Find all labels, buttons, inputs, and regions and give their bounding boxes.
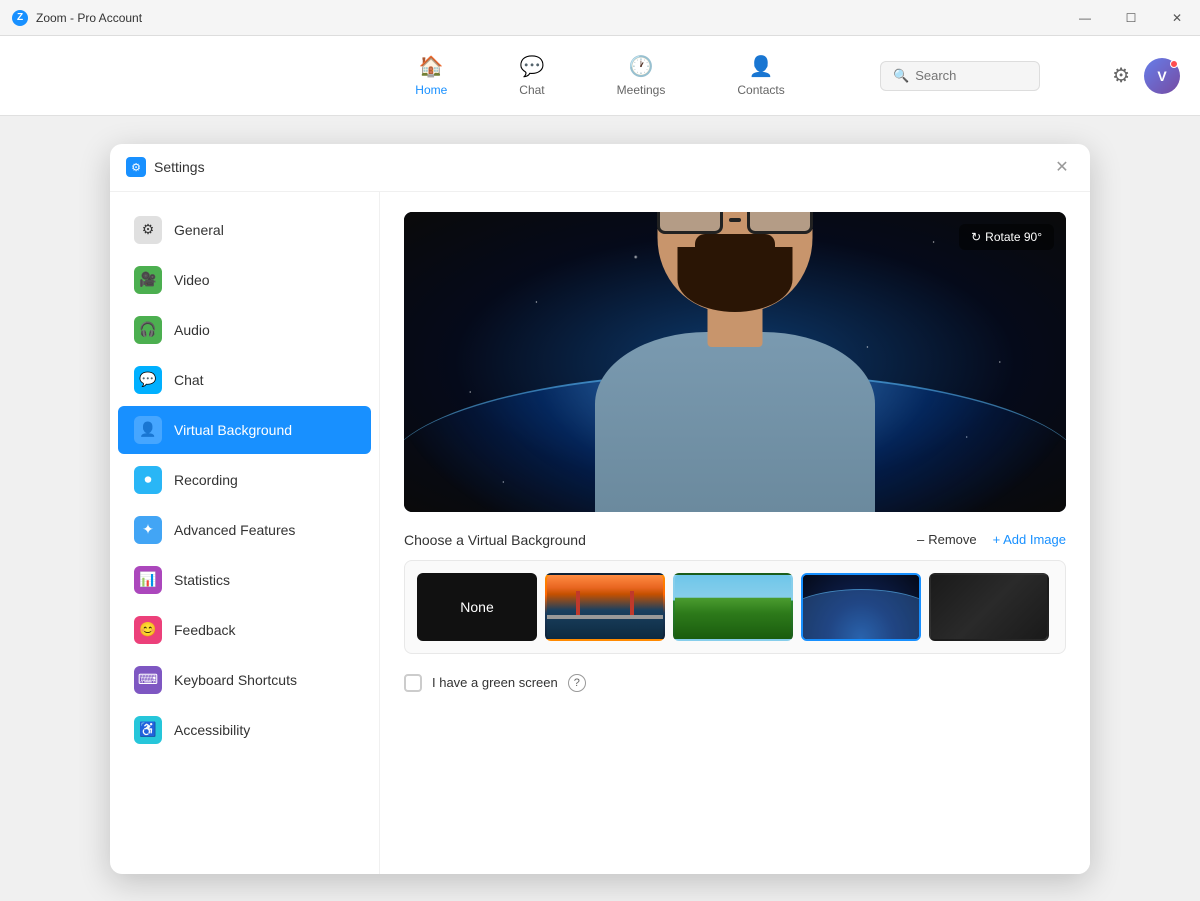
video-background [404, 212, 1066, 512]
nav-item-home[interactable]: 🏠 Home [399, 46, 463, 105]
bg-thumb-space[interactable] [801, 573, 921, 641]
section-header: Choose a Virtual Background – Remove + A… [404, 532, 1066, 548]
sidebar-advanced-label: Advanced Features [174, 522, 295, 538]
sidebar-video-label: Video [174, 272, 210, 288]
settings-modal: ⚙ Settings ✕ ⚙ General 🎥 Video 🎧 Audio [110, 144, 1090, 874]
general-icon: ⚙ [134, 216, 162, 244]
sidebar-statistics-label: Statistics [174, 572, 230, 588]
sidebar-feedback-label: Feedback [174, 622, 235, 638]
bg-thumb-none[interactable]: None [417, 573, 537, 641]
nav-item-meetings[interactable]: 🕐 Meetings [601, 46, 682, 105]
remove-button[interactable]: – Remove [917, 532, 977, 547]
sidebar-item-feedback[interactable]: 😊 Feedback [118, 606, 371, 654]
modal-body: ⚙ General 🎥 Video 🎧 Audio 💬 Chat 👤 [110, 192, 1090, 874]
remove-label: Remove [928, 532, 976, 547]
modal-header-icon: ⚙ [126, 157, 146, 177]
app-title: Zoom - Pro Account [36, 11, 142, 25]
sidebar-accessibility-label: Accessibility [174, 722, 250, 738]
settings-sidebar: ⚙ General 🎥 Video 🎧 Audio 💬 Chat 👤 [110, 192, 380, 874]
video-preview: ↻ Rotate 90° [404, 212, 1066, 512]
settings-gear-icon[interactable]: ⚙ [1112, 63, 1130, 88]
nav-item-chat[interactable]: 💬 Chat [503, 46, 560, 105]
maximize-button[interactable]: ☐ [1108, 0, 1154, 36]
nav-home-label: Home [415, 83, 447, 97]
accessibility-icon: ♿ [134, 716, 162, 744]
sidebar-keyboard-label: Keyboard Shortcuts [174, 672, 297, 688]
sidebar-item-audio[interactable]: 🎧 Audio [118, 306, 371, 354]
sidebar-item-accessibility[interactable]: ♿ Accessibility [118, 706, 371, 754]
recording-icon: ⏺ [134, 466, 162, 494]
nav-chat-label: Chat [519, 83, 544, 97]
top-nav: 🏠 Home 💬 Chat 🕐 Meetings 👤 Contacts 🔍 ⚙ … [0, 36, 1200, 116]
modal-header: ⚙ Settings ✕ [110, 144, 1090, 192]
green-screen-row: I have a green screen ? [404, 674, 1066, 692]
section-actions: – Remove + Add Image [917, 532, 1066, 547]
help-icon[interactable]: ? [568, 674, 586, 692]
green-screen-checkbox[interactable] [404, 674, 422, 692]
title-bar: Z Zoom - Pro Account — ☐ ✕ [0, 0, 1200, 36]
bg-thumb-grass[interactable] [673, 573, 793, 641]
minus-icon: – [917, 532, 924, 547]
modal-title: Settings [154, 159, 205, 175]
search-icon: 🔍 [893, 68, 909, 84]
green-screen-label: I have a green screen [432, 675, 558, 690]
add-image-label: + Add Image [993, 532, 1066, 547]
statistics-icon: 📊 [134, 566, 162, 594]
sidebar-item-statistics[interactable]: 📊 Statistics [118, 556, 371, 604]
sidebar-audio-label: Audio [174, 322, 210, 338]
avatar[interactable]: V [1144, 58, 1180, 94]
sidebar-item-general[interactable]: ⚙ General [118, 206, 371, 254]
sidebar-general-label: General [174, 222, 224, 238]
audio-icon: 🎧 [134, 316, 162, 344]
video-icon: 🎥 [134, 266, 162, 294]
nav-meetings-label: Meetings [617, 83, 666, 97]
modal-close-button[interactable]: ✕ [1050, 155, 1074, 179]
close-button[interactable]: ✕ [1154, 0, 1200, 36]
nav-contacts-label: Contacts [737, 83, 784, 97]
search-box[interactable]: 🔍 [880, 61, 1040, 91]
sidebar-recording-label: Recording [174, 472, 238, 488]
rotate-label: Rotate 90° [985, 230, 1042, 244]
home-icon: 🏠 [419, 54, 444, 79]
sidebar-item-recording[interactable]: ⏺ Recording [118, 456, 371, 504]
bg-thumb-golden-gate[interactable] [545, 573, 665, 641]
sidebar-item-virtual-background[interactable]: 👤 Virtual Background [118, 406, 371, 454]
main-area: ⚙ Settings ✕ ⚙ General 🎥 Video 🎧 Audio [0, 116, 1200, 901]
window-controls: — ☐ ✕ [1062, 0, 1200, 36]
sidebar-item-video[interactable]: 🎥 Video [118, 256, 371, 304]
chat-nav-icon: 💬 [520, 54, 545, 79]
sidebar-item-chat[interactable]: 💬 Chat [118, 356, 371, 404]
none-label: None [460, 599, 493, 615]
search-input[interactable] [915, 68, 1027, 83]
sidebar-item-keyboard-shortcuts[interactable]: ⌨ Keyboard Shortcuts [118, 656, 371, 704]
sidebar-chat-label: Chat [174, 372, 204, 388]
rotate-icon: ↻ [971, 230, 981, 244]
keyboard-shortcuts-icon: ⌨ [134, 666, 162, 694]
minimize-button[interactable]: — [1062, 0, 1108, 36]
notification-dot [1170, 60, 1178, 68]
rotate-button[interactable]: ↻ Rotate 90° [959, 224, 1054, 250]
contacts-icon: 👤 [749, 54, 774, 79]
chat-icon: 💬 [134, 366, 162, 394]
advanced-features-icon: ✦ [134, 516, 162, 544]
nav-items: 🏠 Home 💬 Chat 🕐 Meetings 👤 Contacts [399, 46, 800, 105]
nav-item-contacts[interactable]: 👤 Contacts [721, 46, 800, 105]
choose-bg-title: Choose a Virtual Background [404, 532, 586, 548]
virtual-background-icon: 👤 [134, 416, 162, 444]
meetings-icon: 🕐 [629, 54, 654, 79]
app-logo: Z [12, 10, 28, 26]
background-grid: None [404, 560, 1066, 654]
bg-thumb-dark[interactable] [929, 573, 1049, 641]
add-image-button[interactable]: + Add Image [993, 532, 1066, 547]
sidebar-item-advanced-features[interactable]: ✦ Advanced Features [118, 506, 371, 554]
feedback-icon: 😊 [134, 616, 162, 644]
content-area: ↻ Rotate 90° Choose a Virtual Background… [380, 192, 1090, 874]
sidebar-vbg-label: Virtual Background [174, 422, 292, 438]
